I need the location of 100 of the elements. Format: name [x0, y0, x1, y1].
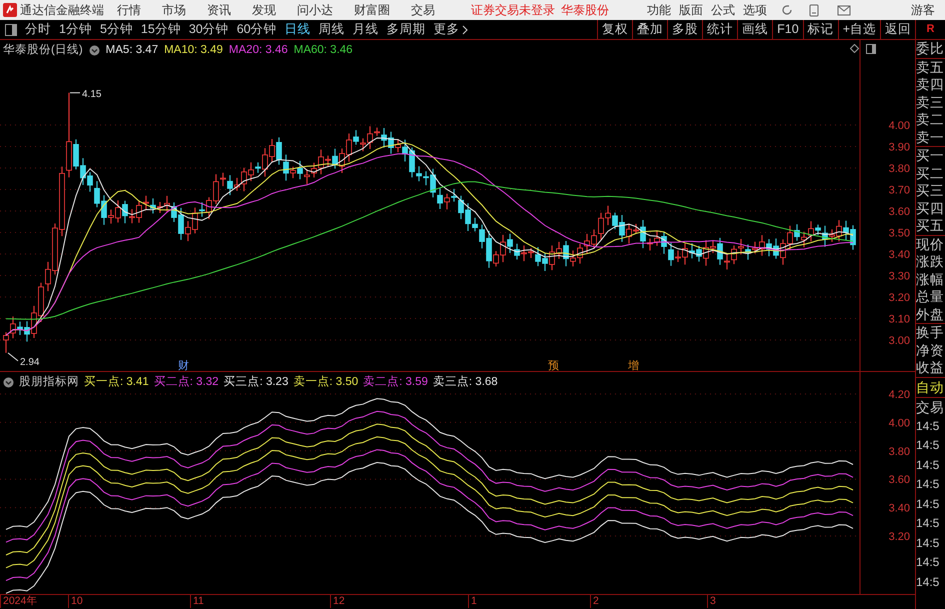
refresh-icon[interactable]	[781, 4, 793, 16]
menu-item[interactable]: 财富圈	[349, 1, 395, 19]
quote-field-label: 净资	[916, 342, 945, 359]
date-axis-label: 2	[590, 595, 599, 608]
period-tab[interactable]: 1分钟	[55, 20, 96, 39]
diamond-icon[interactable]	[850, 44, 859, 53]
date-axis-label: 11	[190, 595, 204, 608]
chevron-circle-icon[interactable]	[88, 45, 100, 56]
indicator-legend-label: 卖一点: 3.50	[293, 374, 358, 390]
indicator-axis-label: 3.60	[888, 474, 910, 486]
app-title: 通达信金融终端	[20, 2, 104, 19]
indicator-legend-label: 买三点: 3.23	[224, 374, 288, 390]
period-tab[interactable]: 分时	[21, 20, 55, 39]
period-tab[interactable]: 多周期	[382, 20, 430, 39]
trade-time: 14:5	[916, 515, 940, 532]
menu-item[interactable]: 发现	[247, 1, 281, 19]
chart-tool-button[interactable]: 复权	[597, 20, 632, 39]
quote-field-label: 涨幅	[916, 270, 945, 288]
phone-icon[interactable]	[809, 4, 819, 16]
ma-legend-label: MA20: 3.46	[228, 43, 288, 58]
high-price-label: 4.15	[70, 88, 102, 100]
chart-tool-button[interactable]: 叠加	[632, 20, 668, 39]
indicator-legend-label: 卖三点: 3.68	[432, 374, 498, 390]
quote-field-label: 涨跌	[916, 253, 945, 270]
menu-item[interactable]: 市场	[157, 1, 191, 19]
price-axis-label: 3.50	[888, 228, 910, 240]
login-status[interactable]: 证券交易未登录	[471, 1, 555, 19]
chart-tool-button[interactable]: 返回	[880, 20, 915, 39]
event-marker[interactable]: 预	[548, 360, 559, 372]
ma-legend-label: MA60: 3.46	[294, 43, 353, 58]
quote-field-label: 委比	[916, 40, 945, 58]
chart-tool-button[interactable]: 标记	[802, 20, 838, 39]
period-tab[interactable]: 15分钟	[136, 20, 185, 39]
app-logo-icon	[3, 3, 17, 17]
price-axis-label: 3.70	[888, 184, 910, 196]
tool-menu-item[interactable]: 选项	[739, 1, 771, 19]
quote-field-label: 买四	[916, 200, 945, 217]
price-axis-label: 3.20	[888, 292, 910, 304]
chart-tool-button[interactable]: 多股	[667, 20, 702, 39]
tool-menu-item[interactable]: 版面	[675, 1, 707, 19]
quote-field-label: 买三	[916, 182, 945, 200]
quote-field-label: 买五	[916, 217, 945, 234]
quote-field-label: 外盘	[916, 306, 945, 323]
menu-item[interactable]: 交易	[406, 1, 440, 19]
period-tab[interactable]: 月线	[348, 20, 383, 39]
tool-menu-item[interactable]: 公式	[707, 1, 739, 19]
tool-menu-item[interactable]: 功能	[643, 1, 675, 19]
chart-tool-button[interactable]: 画线	[737, 20, 772, 39]
ma-legend-label: MA5: 3.47	[106, 43, 158, 58]
price-axis-label: 3.60	[888, 206, 910, 218]
price-axis-label: 4.00	[888, 120, 910, 132]
chart-title: 华泰股份(日线)	[3, 42, 83, 58]
date-axis-label: 1	[468, 595, 477, 608]
indicator-legend-label: 卖二点: 3.59	[363, 374, 428, 390]
indicator-name: 股朋指标网	[19, 374, 79, 390]
user-label[interactable]: 游客	[911, 1, 935, 19]
indicator-legend-label: 买二点: 3.32	[154, 374, 219, 390]
quote-field-label: 卖五	[916, 58, 945, 76]
quote-field-label: 卖四	[916, 76, 945, 94]
price-axis-label: 3.30	[888, 270, 910, 282]
price-axis-label: 3.10	[888, 314, 910, 326]
chart-tool-button[interactable]: +自选	[838, 20, 880, 39]
panel-toggle-icon[interactable]	[5, 24, 17, 36]
price-axis-label: 3.40	[888, 249, 910, 261]
event-marker[interactable]: 财	[178, 360, 189, 372]
indicator-legend-label: 买一点: 3.41	[84, 374, 149, 390]
stock-name-link[interactable]: 华泰股份	[561, 1, 609, 19]
chart-tool-button[interactable]: F10	[772, 20, 803, 39]
period-tab[interactable]: 周线	[314, 20, 349, 39]
price-axis-label: 3.80	[888, 163, 910, 175]
date-axis-label: 12	[330, 595, 345, 608]
menu-item[interactable]: 资讯	[202, 1, 236, 19]
quote-field-label: 现价	[916, 236, 945, 253]
period-tab[interactable]: 更多	[430, 20, 472, 39]
trade-time: 14:5	[916, 437, 940, 454]
period-tab[interactable]: 5分钟	[96, 20, 137, 39]
quote-field-label: 总量	[916, 288, 945, 306]
quote-field-label: 换手	[916, 324, 945, 342]
trade-time: 14:5	[916, 496, 940, 512]
quote-field-label: 卖三	[916, 94, 945, 111]
price-axis-label: 3.90	[888, 142, 910, 154]
quote-field-label: 买二	[916, 164, 945, 182]
auto-mode-label[interactable]: 自动	[916, 378, 945, 396]
quote-field-label: 卖一	[916, 128, 945, 146]
menu-item[interactable]: 问小达	[292, 1, 338, 19]
chevron-circle-icon[interactable]	[3, 377, 14, 388]
chart-tool-button[interactable]: 统计	[702, 20, 738, 39]
mail-icon[interactable]	[837, 4, 851, 16]
date-axis-label: 10	[68, 595, 83, 608]
period-tab[interactable]: 60分钟	[232, 20, 281, 39]
period-tab[interactable]: 30分钟	[184, 20, 233, 39]
panel-toggle-icon[interactable]	[866, 44, 876, 54]
event-marker[interactable]: 增	[628, 360, 639, 372]
chevron-right-icon	[462, 24, 468, 34]
trade-label: 交易	[916, 398, 945, 416]
menu-item[interactable]: 行情	[112, 1, 146, 19]
trade-time: 14:5	[916, 418, 940, 434]
trade-time: 14:5	[916, 476, 940, 493]
quote-field-label: 买一	[916, 147, 945, 164]
period-tab[interactable]: 日线	[280, 20, 315, 39]
